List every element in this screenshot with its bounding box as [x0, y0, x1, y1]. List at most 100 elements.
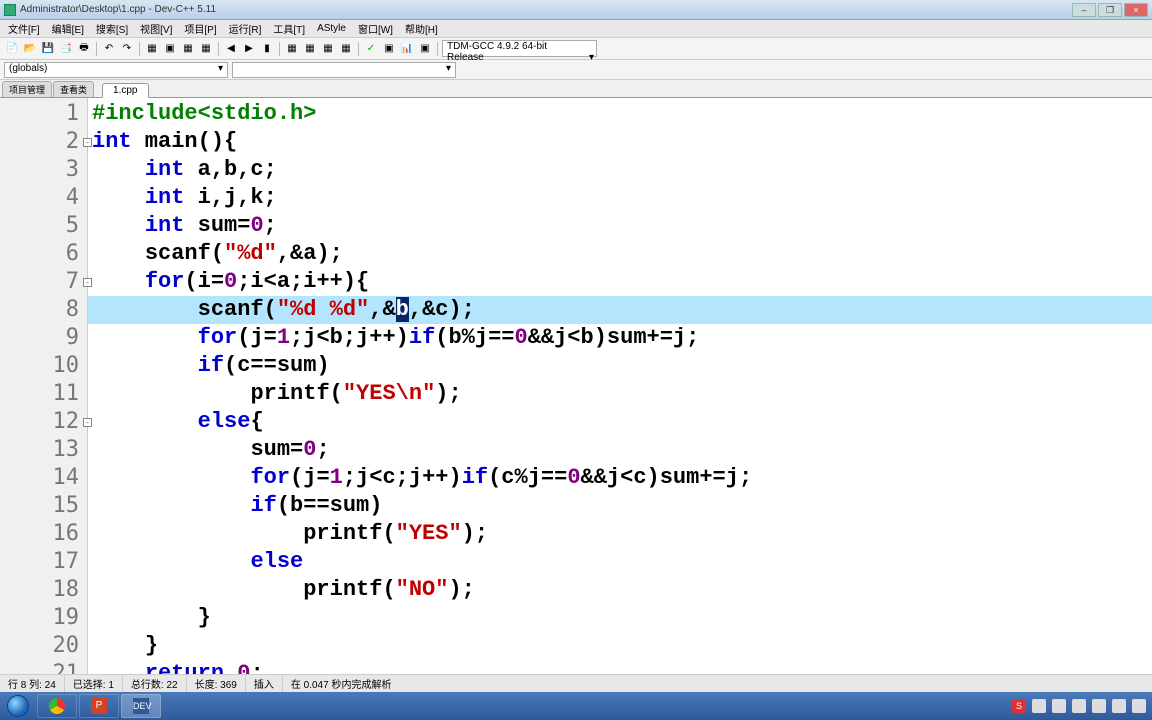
save-icon[interactable]: 💾	[40, 41, 56, 57]
ime-icon[interactable]: S	[1012, 699, 1026, 713]
menu-bar: 文件[F] 编辑[E] 搜索[S] 视图[V] 项目[P] 运行[R] 工具[T…	[0, 20, 1152, 38]
tray-icon[interactable]	[1052, 699, 1066, 713]
scope-select[interactable]: (globals)▾	[4, 62, 228, 78]
stats-icon[interactable]: 📊	[399, 41, 415, 57]
code-line-18[interactable]: printf("NO");	[88, 576, 1152, 604]
compile-run-icon[interactable]: ▦	[180, 41, 196, 57]
line-number: 7-	[0, 268, 87, 296]
separator	[218, 42, 219, 56]
status-length: 长度: 369	[187, 675, 246, 692]
menu-run[interactable]: 运行[R]	[223, 21, 268, 36]
code-line-10[interactable]: if(c==sum)	[88, 352, 1152, 380]
menu-tools[interactable]: 工具[T]	[267, 21, 311, 36]
menu-search[interactable]: 搜索[S]	[90, 21, 134, 36]
bookmark-icon[interactable]: ▮	[259, 41, 275, 57]
close-button[interactable]: ×	[1124, 3, 1148, 17]
line-number: 9	[0, 324, 87, 352]
check-icon[interactable]: ✓	[363, 41, 379, 57]
maximize-button[interactable]: ❐	[1098, 3, 1122, 17]
tray-icon[interactable]	[1092, 699, 1106, 713]
profile-icon[interactable]: ▣	[417, 41, 433, 57]
class-browser-bar: (globals)▾ ▾	[0, 60, 1152, 80]
redo-icon[interactable]: ↷	[119, 41, 135, 57]
code-content[interactable]: #include<stdio.h> int main(){ int a,b,c;…	[88, 98, 1152, 700]
code-line-2[interactable]: int main(){	[88, 128, 1152, 156]
window-title: Administrator\Desktop\1.cpp - Dev-C++ 5.…	[20, 4, 216, 15]
code-line-19[interactable]: }	[88, 604, 1152, 632]
line-number: 17	[0, 548, 87, 576]
code-line-1[interactable]: #include<stdio.h>	[88, 100, 1152, 128]
debug-icon[interactable]: ▣	[381, 41, 397, 57]
code-line-4[interactable]: int i,j,k;	[88, 184, 1152, 212]
menu-window[interactable]: 窗口[W]	[352, 21, 399, 36]
menu-help[interactable]: 帮助[H]	[399, 21, 444, 36]
code-line-12[interactable]: else{	[88, 408, 1152, 436]
code-line-17[interactable]: else	[88, 548, 1152, 576]
grid2-icon[interactable]: ▦	[302, 41, 318, 57]
minimize-button[interactable]: –	[1072, 3, 1096, 17]
taskbar-powerpoint[interactable]: P	[79, 694, 119, 718]
rebuild-icon[interactable]: ▦	[198, 41, 214, 57]
code-line-15[interactable]: if(b==sum)	[88, 492, 1152, 520]
taskbar-devcpp[interactable]: DEV	[121, 694, 161, 718]
forward-icon[interactable]: ▶	[241, 41, 257, 57]
code-line-9[interactable]: for(j=1;j<b;j++)if(b%j==0&&j<b)sum+=j;	[88, 324, 1152, 352]
tab-project[interactable]: 项目管理	[2, 81, 52, 97]
line-number: 12-	[0, 408, 87, 436]
status-total-lines: 总行数: 22	[123, 675, 187, 692]
compiler-select[interactable]: TDM-GCC 4.9.2 64-bit Release▾	[442, 40, 597, 57]
code-line-5[interactable]: int sum=0;	[88, 212, 1152, 240]
status-parse-time: 在 0.047 秒内完成解析	[283, 675, 1152, 692]
separator	[279, 42, 280, 56]
windows-orb-icon	[7, 695, 29, 717]
start-button[interactable]	[0, 692, 36, 720]
compile-icon[interactable]: ▦	[144, 41, 160, 57]
separator	[139, 42, 140, 56]
grid4-icon[interactable]: ▦	[338, 41, 354, 57]
code-line-14[interactable]: for(j=1;j<c;j++)if(c%j==0&&j<c)sum+=j;	[88, 464, 1152, 492]
line-number: 18	[0, 576, 87, 604]
print-icon[interactable]: 🖶	[76, 41, 92, 57]
saveall-icon[interactable]: 📑	[58, 41, 74, 57]
menu-file[interactable]: 文件[F]	[2, 21, 46, 36]
chrome-icon	[49, 698, 65, 714]
run-icon[interactable]: ▣	[162, 41, 178, 57]
code-line-11[interactable]: printf("YES\n");	[88, 380, 1152, 408]
line-number: 6	[0, 240, 87, 268]
menu-project[interactable]: 项目[P]	[178, 21, 222, 36]
code-editor[interactable]: 1 2- 3 4 5 6 7- 8 9 10 11 12- 13 14 15 1…	[0, 98, 1152, 700]
code-line-3[interactable]: int a,b,c;	[88, 156, 1152, 184]
tray-icon[interactable]	[1032, 699, 1046, 713]
code-line-7[interactable]: for(i=0;i<a;i++){	[88, 268, 1152, 296]
line-number: 14	[0, 464, 87, 492]
code-line-6[interactable]: scanf("%d",&a);	[88, 240, 1152, 268]
tab-classes[interactable]: 查看类	[53, 81, 94, 97]
menu-view[interactable]: 视图[V]	[134, 21, 178, 36]
code-line-16[interactable]: printf("YES");	[88, 520, 1152, 548]
undo-icon[interactable]: ↶	[101, 41, 117, 57]
code-line-20[interactable]: }	[88, 632, 1152, 660]
grid1-icon[interactable]: ▦	[284, 41, 300, 57]
devcpp-icon: DEV	[133, 698, 149, 714]
window-titlebar: Administrator\Desktop\1.cpp - Dev-C++ 5.…	[0, 0, 1152, 20]
tray-icon[interactable]	[1132, 699, 1146, 713]
code-line-8-highlighted[interactable]: scanf("%d %d",&b,&c);	[88, 296, 1152, 324]
taskbar-chrome[interactable]	[37, 694, 77, 718]
line-gutter: 1 2- 3 4 5 6 7- 8 9 10 11 12- 13 14 15 1…	[0, 98, 88, 700]
line-number: 8	[0, 296, 87, 324]
menu-edit[interactable]: 编辑[E]	[46, 21, 90, 36]
separator	[96, 42, 97, 56]
tray-icon[interactable]	[1112, 699, 1126, 713]
file-tab-1cpp[interactable]: 1.cpp	[102, 83, 148, 98]
grid3-icon[interactable]: ▦	[320, 41, 336, 57]
new-icon[interactable]: 📄	[4, 41, 20, 57]
tray-icon[interactable]	[1072, 699, 1086, 713]
status-insert-mode: 插入	[246, 675, 283, 692]
menu-astyle[interactable]: AStyle	[311, 23, 352, 34]
back-icon[interactable]: ◀	[223, 41, 239, 57]
code-line-13[interactable]: sum=0;	[88, 436, 1152, 464]
member-select[interactable]: ▾	[232, 62, 456, 78]
open-icon[interactable]: 📂	[22, 41, 38, 57]
tabs-area: 项目管理 查看类 1.cpp	[0, 80, 1152, 98]
line-number: 4	[0, 184, 87, 212]
